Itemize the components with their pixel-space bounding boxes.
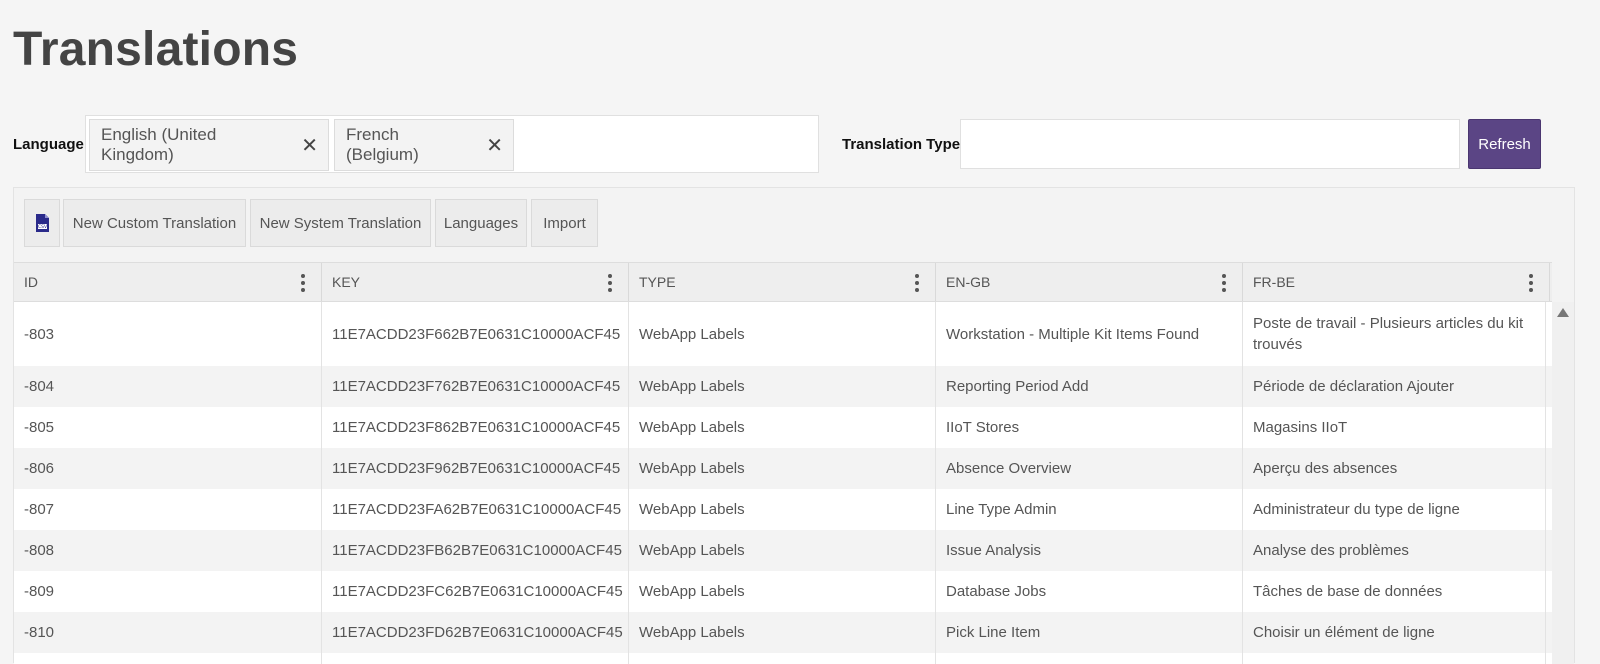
cell-type: WebApp Labels: [629, 653, 936, 664]
cell-en-gb: Reporting Period Add: [936, 366, 1243, 407]
table-row[interactable]: -804 11E7ACDD23F762B7E0631C10000ACF45 WebA…: [14, 366, 1554, 407]
table-row[interactable]: -81111E7ACDD23FE62B7E0631C10000ACF45WebA…: [14, 653, 1554, 664]
cell-type: WebApp Labels: [629, 612, 936, 653]
cell-id: -806: [14, 448, 322, 489]
cell-id: -808: [14, 530, 322, 571]
grid-body: -803 11E7ACDD23F662B7E0631C10000ACF45 WebA…: [14, 302, 1554, 664]
cell-en-gb: Absence Overview: [936, 448, 1243, 489]
cell-id: -807: [14, 489, 322, 530]
cell-type: WebApp Labels: [629, 448, 936, 489]
filter-row: Language English (United Kingdom) ✕ Fren…: [13, 115, 1543, 175]
new-system-translation-button[interactable]: New System Translation: [250, 199, 431, 247]
cell-key: 11E7ACDD23F962B7E0631C10000ACF45: [322, 448, 629, 489]
cell-key: 11E7ACDD23FD62B7E0631C10000ACF45: [322, 612, 629, 653]
cell-fr-be: Analyse des problèmes: [1243, 530, 1546, 571]
cell-fr-be: Période de déclaration Ajouter: [1243, 366, 1546, 407]
cell-key: 11E7ACDD23FB62B7E0631C10000ACF45: [322, 530, 629, 571]
table-row[interactable]: -809 11E7ACDD23FC62B7E0631C10000ACF45 WebA…: [14, 571, 1554, 612]
remove-chip-icon[interactable]: ✕: [486, 133, 503, 158]
cell-id: -810: [14, 612, 322, 653]
translations-grid-panel: CSV New Custom Translation New System Tr…: [13, 187, 1575, 664]
table-row[interactable]: -808 11E7ACDD23FB62B7E0631C10000ACF45 WebA…: [14, 530, 1554, 571]
column-header-label: FR-BE: [1253, 274, 1295, 290]
cell-key: 11E7ACDD23FA62B7E0631C10000ACF45: [322, 489, 629, 530]
cell-id: -805: [14, 407, 322, 448]
cell-en-gb: Line Type Admin: [936, 489, 1243, 530]
new-custom-translation-button[interactable]: New Custom Translation: [63, 199, 246, 247]
table-row[interactable]: -807 11E7ACDD23FA62B7E0631C10000ACF45 WebA…: [14, 489, 1554, 530]
cell-key: 11E7ACDD23F862B7E0631C10000ACF45: [322, 407, 629, 448]
cell-type: WebApp Labels: [629, 302, 936, 366]
translation-type-input[interactable]: [960, 119, 1460, 169]
cell-type: WebApp Labels: [629, 571, 936, 612]
cell-fr-be: Magasins IIoT: [1243, 407, 1546, 448]
cell-fr-be: [1243, 653, 1546, 664]
column-menu-icon[interactable]: [608, 274, 612, 292]
svg-text:CSV: CSV: [37, 224, 47, 230]
vertical-scrollbar[interactable]: [1552, 302, 1574, 664]
csv-file-icon: CSV: [35, 214, 49, 232]
column-header-id[interactable]: ID: [14, 263, 322, 301]
column-header-fr-be[interactable]: FR-BE: [1243, 263, 1550, 301]
cell-fr-be: Administrateur du type de ligne: [1243, 489, 1546, 530]
column-menu-icon[interactable]: [301, 274, 305, 292]
cell-type: WebApp Labels: [629, 489, 936, 530]
language-multiselect[interactable]: English (United Kingdom) ✕ French (Belgi…: [85, 115, 819, 173]
page-title: Translations: [13, 23, 299, 76]
table-row[interactable]: -810 11E7ACDD23FD62B7E0631C10000ACF45 WebA…: [14, 612, 1554, 653]
table-row[interactable]: -803 11E7ACDD23F662B7E0631C10000ACF45 WebA…: [14, 302, 1554, 366]
column-header-type[interactable]: TYPE: [629, 263, 936, 301]
cell-key: 11E7ACDD23F662B7E0631C10000ACF45: [322, 302, 629, 366]
cell-key: 11E7ACDD23FE62B7E0631C10000ACF45: [322, 653, 629, 664]
cell-type: WebApp Labels: [629, 407, 936, 448]
remove-chip-icon[interactable]: ✕: [301, 133, 318, 158]
cell-key: 11E7ACDD23FC62B7E0631C10000ACF45: [322, 571, 629, 612]
cell-en-gb: Pick Line Item: [936, 612, 1243, 653]
language-chip-en-gb: English (United Kingdom) ✕: [89, 119, 329, 171]
cell-type: WebApp Labels: [629, 366, 936, 407]
cell-type: WebApp Labels: [629, 530, 936, 571]
cell-en-gb: Issue Analysis: [936, 530, 1243, 571]
column-header-en-gb[interactable]: EN-GB: [936, 263, 1243, 301]
table-row[interactable]: -805 11E7ACDD23F862B7E0631C10000ACF45 WebA…: [14, 407, 1554, 448]
language-chip-fr-be: French (Belgium) ✕: [334, 119, 514, 171]
column-header-label: ID: [24, 274, 38, 290]
language-chip-label: English (United Kingdom): [101, 125, 217, 164]
table-row[interactable]: -806 11E7ACDD23F962B7E0631C10000ACF45 WebA…: [14, 448, 1554, 489]
cell-en-gb: Workstation - Multiple Kit Items Found: [936, 302, 1243, 366]
column-header-label: TYPE: [639, 274, 676, 290]
export-csv-button[interactable]: CSV: [24, 199, 60, 247]
scroll-up-arrow-icon[interactable]: [1557, 308, 1569, 317]
cell-id: -803: [14, 302, 322, 366]
cell-en-gb: IIoT Stores: [936, 407, 1243, 448]
column-header-label: EN-GB: [946, 274, 991, 290]
column-menu-icon[interactable]: [1529, 274, 1533, 292]
cell-id: -804: [14, 366, 322, 407]
cell-fr-be: Tâches de base de données: [1243, 571, 1546, 612]
cell-fr-be: Aperçu des absences: [1243, 448, 1546, 489]
cell-key: 11E7ACDD23F762B7E0631C10000ACF45: [322, 366, 629, 407]
import-button[interactable]: Import: [531, 199, 598, 247]
refresh-button[interactable]: Refresh: [1468, 119, 1541, 169]
column-menu-icon[interactable]: [915, 274, 919, 292]
cell-en-gb: [936, 653, 1243, 664]
cell-en-gb: Database Jobs: [936, 571, 1243, 612]
grid-header: ID KEY TYPE EN-GB FR-BE: [14, 262, 1552, 302]
translation-type-label: Translation Type: [842, 136, 961, 153]
languages-button[interactable]: Languages: [435, 199, 527, 247]
column-header-key[interactable]: KEY: [322, 263, 629, 301]
cell-fr-be: Choisir un élément de ligne: [1243, 612, 1546, 653]
cell-id: -811: [14, 653, 322, 664]
cell-fr-be: Poste de travail - Plusieurs articles du…: [1243, 302, 1546, 366]
cell-id: -809: [14, 571, 322, 612]
column-menu-icon[interactable]: [1222, 274, 1226, 292]
column-header-label: KEY: [332, 274, 361, 290]
language-chip-label: French (Belgium): [346, 125, 419, 164]
language-label: Language: [13, 136, 84, 153]
